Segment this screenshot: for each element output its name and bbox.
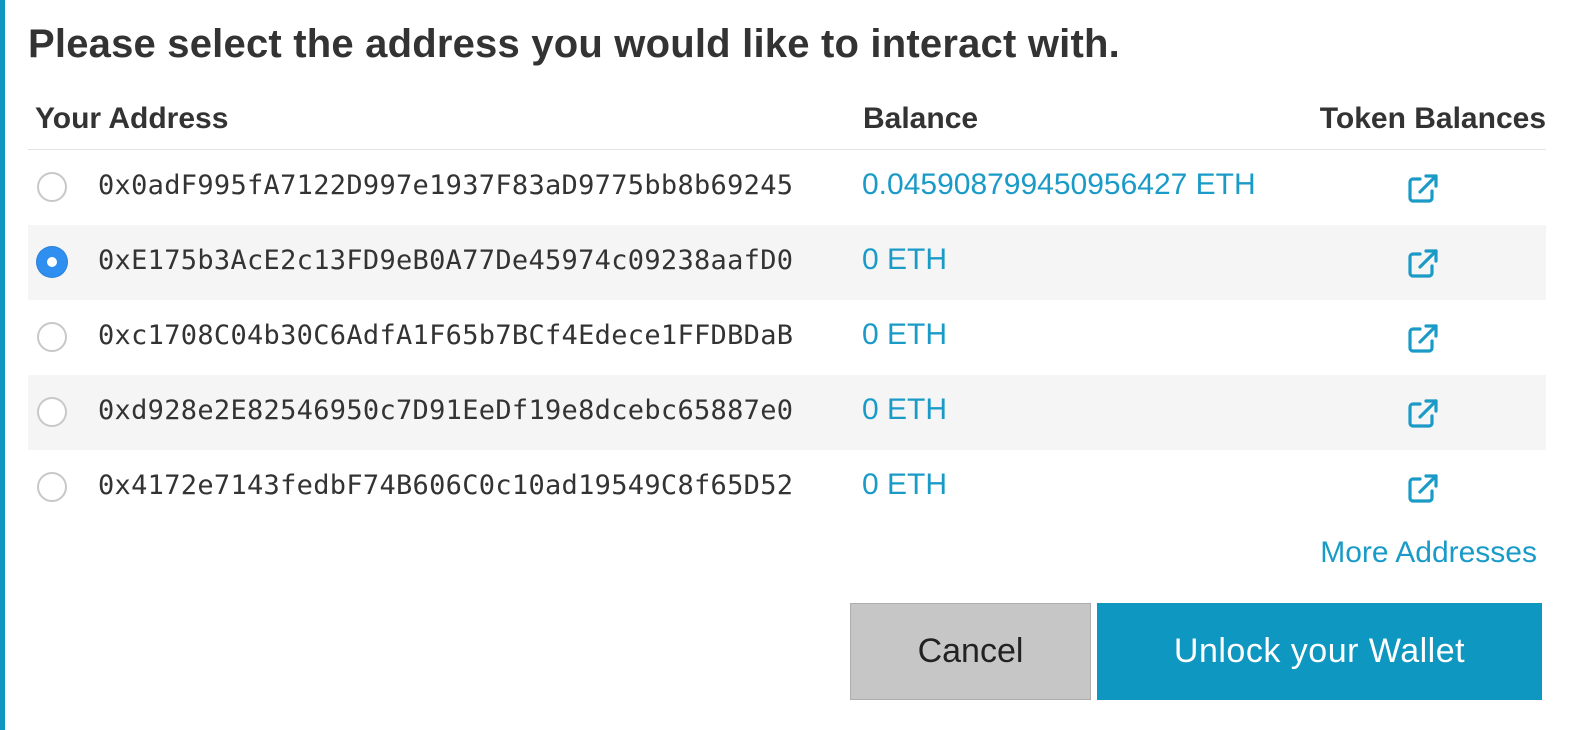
table-row[interactable]: 0x0adF995fA7122D997e1937F83aD9775bb8b692…	[28, 150, 1546, 225]
column-header-address: Your Address	[35, 102, 229, 135]
external-link-icon[interactable]	[1406, 322, 1440, 356]
table-header: Your Address Balance Token Balances	[28, 96, 1546, 150]
column-header-token-balances: Token Balances	[1319, 102, 1546, 135]
external-link-icon[interactable]	[1406, 397, 1440, 431]
balance-value: 0 ETH	[862, 468, 948, 501]
address-value: 0x4172e7143fedbF74B606C0c10ad19549C8f65D…	[98, 470, 794, 501]
table-row[interactable]: 0x4172e7143fedbF74B606C0c10ad19549C8f65D…	[28, 450, 1546, 525]
balance-value: 0.045908799450956427 ETH	[862, 168, 1256, 201]
balance-value: 0 ETH	[862, 243, 948, 276]
address-value: 0xd928e2E82546950c7D91EeDf19e8dcebc65887…	[98, 395, 794, 426]
left-accent-border	[0, 0, 5, 730]
address-radio[interactable]	[37, 397, 67, 427]
unlock-wallet-button[interactable]: Unlock your Wallet	[1097, 603, 1542, 700]
dialog-title: Please select the address you would like…	[28, 22, 1120, 66]
balance-value: 0 ETH	[862, 393, 948, 426]
external-link-icon[interactable]	[1406, 472, 1440, 506]
address-radio[interactable]	[37, 322, 67, 352]
address-value: 0xc1708C04b30C6AdfA1F65b7BCf4Edece1FFDBD…	[98, 320, 794, 351]
address-value: 0x0adF995fA7122D997e1937F83aD9775bb8b692…	[98, 170, 794, 201]
external-link-icon[interactable]	[1406, 172, 1440, 206]
address-radio[interactable]	[37, 472, 67, 502]
more-addresses-link[interactable]: More Addresses	[1320, 536, 1537, 570]
external-link-icon[interactable]	[1406, 247, 1440, 281]
table-row[interactable]: 0xE175b3AcE2c13FD9eB0A77De45974c09238aaf…	[28, 225, 1546, 300]
table-row[interactable]: 0xd928e2E82546950c7D91EeDf19e8dcebc65887…	[28, 375, 1546, 450]
address-value: 0xE175b3AcE2c13FD9eB0A77De45974c09238aaf…	[98, 245, 794, 276]
address-table: Your Address Balance Token Balances 0x0a…	[28, 96, 1546, 525]
table-row[interactable]: 0xc1708C04b30C6AdfA1F65b7BCf4Edece1FFDBD…	[28, 300, 1546, 375]
address-radio[interactable]	[37, 172, 67, 202]
column-header-balance: Balance	[863, 102, 979, 135]
address-radio[interactable]	[37, 247, 67, 277]
balance-value: 0 ETH	[862, 318, 948, 351]
cancel-button[interactable]: Cancel	[850, 603, 1091, 700]
